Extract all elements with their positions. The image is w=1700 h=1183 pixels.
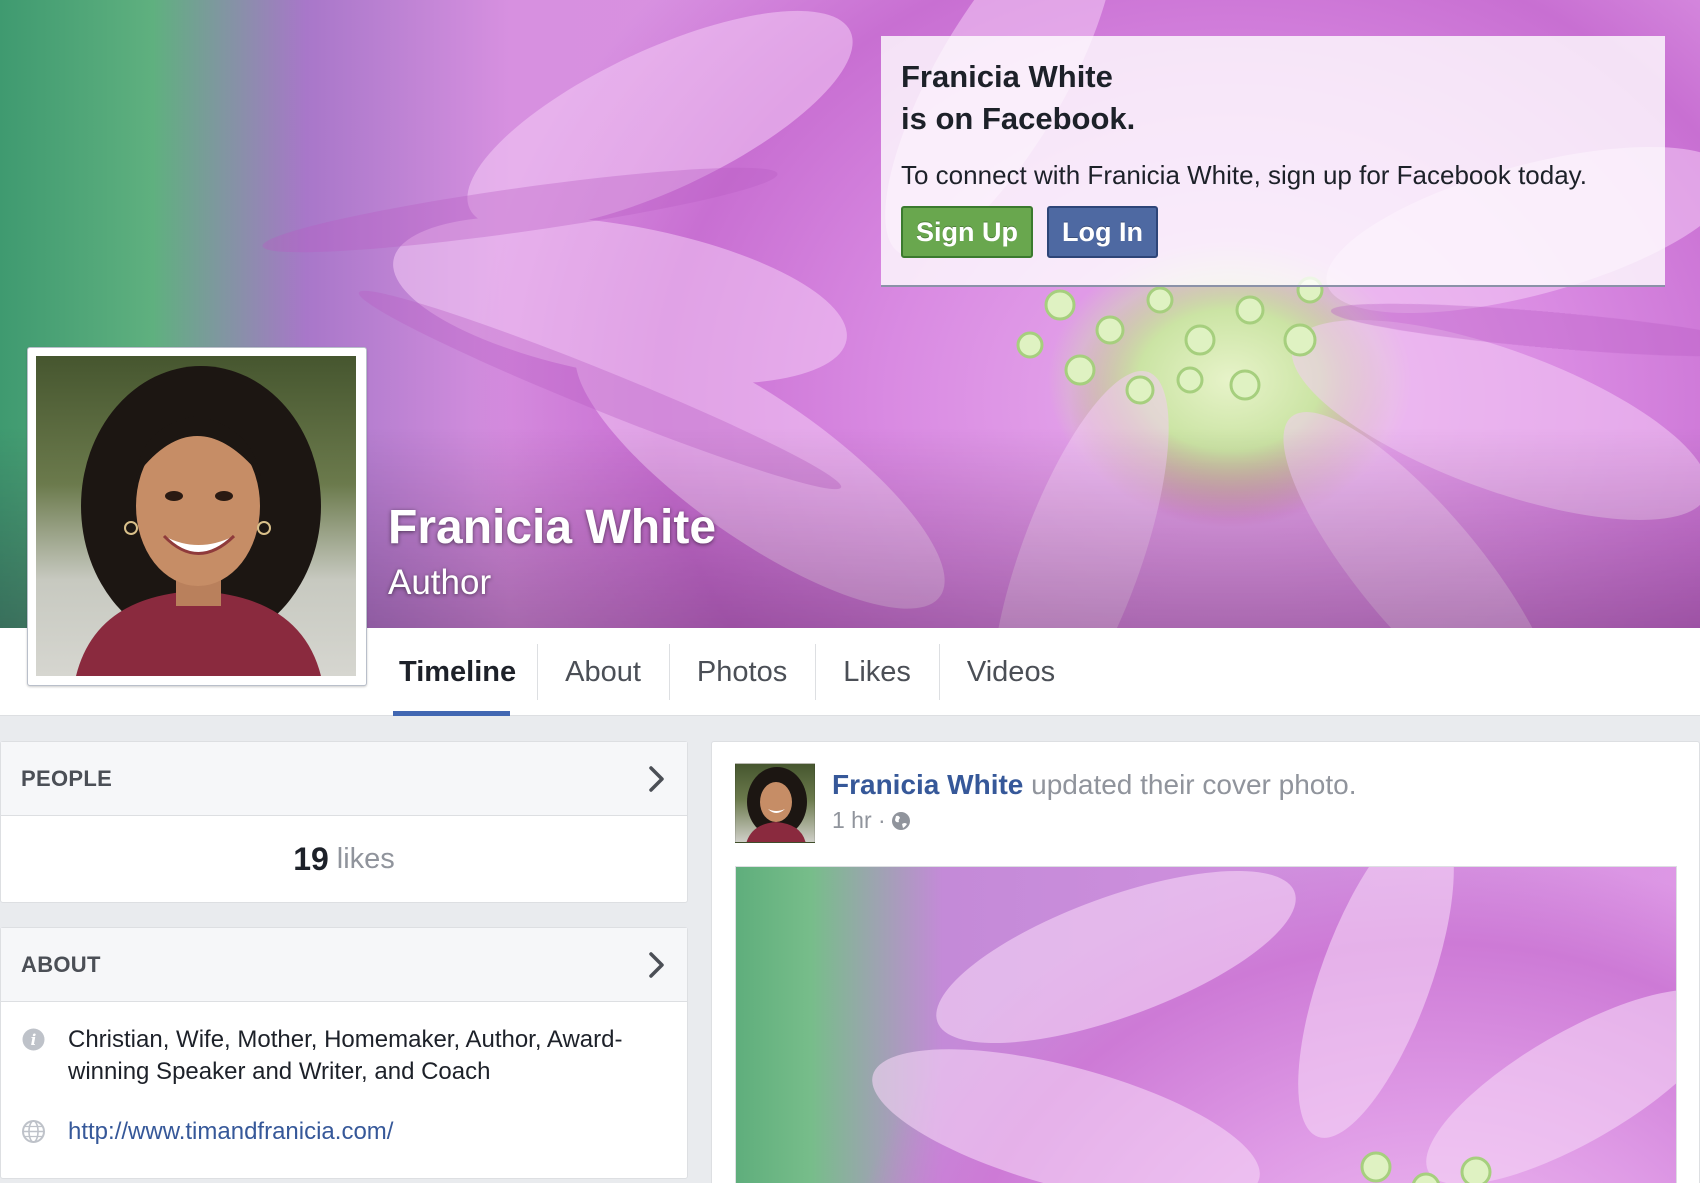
tab-about[interactable]: About [537,628,669,716]
post-timestamp-row: 1 hr · [832,807,1357,834]
about-card-body: i Christian, Wife, Mother, Homemaker, Au… [1,1002,687,1183]
profile-category: Author [388,563,492,602]
post-cover-photo[interactable] [735,866,1677,1183]
about-description: Christian, Wife, Mother, Homemaker, Auth… [68,1026,623,1085]
people-card-title: PEOPLE [21,765,113,791]
profile-tabs: Timeline About Photos Likes Videos [372,628,1083,716]
post-action-text: updated their cover photo. [1031,769,1357,800]
sign-up-button[interactable]: Sign Up [901,206,1033,258]
post-headline: Franicia White updated their cover photo… [832,767,1357,803]
post-flower-image [872,867,1676,1183]
tab-photos[interactable]: Photos [668,628,815,716]
signup-title-name: Franicia White [901,59,1113,94]
post-author-link[interactable]: Franicia White [832,769,1023,800]
tab-likes[interactable]: Likes [815,628,939,716]
likes-count: 19 [293,840,329,877]
profile-picture[interactable] [27,347,367,686]
profile-portrait-image [76,366,321,676]
people-card-header[interactable]: PEOPLE [1,742,687,816]
signup-description: To connect with Franicia White, sign up … [901,160,1587,190]
tab-timeline[interactable]: Timeline [372,628,537,716]
page-likes-summary: 19 likes [1,816,687,902]
svg-text:i: i [31,1031,37,1049]
tab-videos[interactable]: Videos [938,628,1083,716]
people-card: PEOPLE 19 likes [0,741,688,903]
signup-prompt: Franicia White is on Facebook. To connec… [881,36,1665,287]
about-website-row: http://www.timandfranicia.com/ [21,1116,667,1148]
about-card: ABOUT i Christian, Wife, Mother, Homemak… [0,927,688,1179]
chevron-right-icon[interactable] [647,951,667,979]
signup-actions: Sign Up Log In [901,206,1645,258]
profile-name[interactable]: Franicia White [388,500,716,555]
likes-label: likes [336,842,395,875]
post-header: Franicia White updated their cover photo… [735,763,1357,843]
timeline-post: Franicia White updated their cover photo… [711,741,1700,1183]
post-meta: Franicia White updated their cover photo… [832,767,1357,843]
about-card-title: ABOUT [21,951,101,977]
globe-icon [22,1120,45,1143]
log-in-button[interactable]: Log In [1047,206,1158,258]
signup-title-suffix: is on Facebook. [901,101,1136,136]
signup-title: Franicia White is on Facebook. [901,56,1645,140]
post-avatar-image [746,767,807,842]
about-description-row: i Christian, Wife, Mother, Homemaker, Au… [21,1024,667,1088]
post-author-avatar[interactable] [735,763,815,843]
website-link[interactable]: http://www.timandfranicia.com/ [68,1116,393,1148]
post-timestamp[interactable]: 1 hr · [832,807,886,834]
globe-icon[interactable] [890,810,912,832]
profile-photo [36,356,356,676]
info-icon: i [22,1028,45,1051]
chevron-right-icon[interactable] [647,765,667,793]
profile-page: Franicia White is on Facebook. To connec… [0,0,1700,1183]
about-card-header[interactable]: ABOUT [1,928,687,1002]
